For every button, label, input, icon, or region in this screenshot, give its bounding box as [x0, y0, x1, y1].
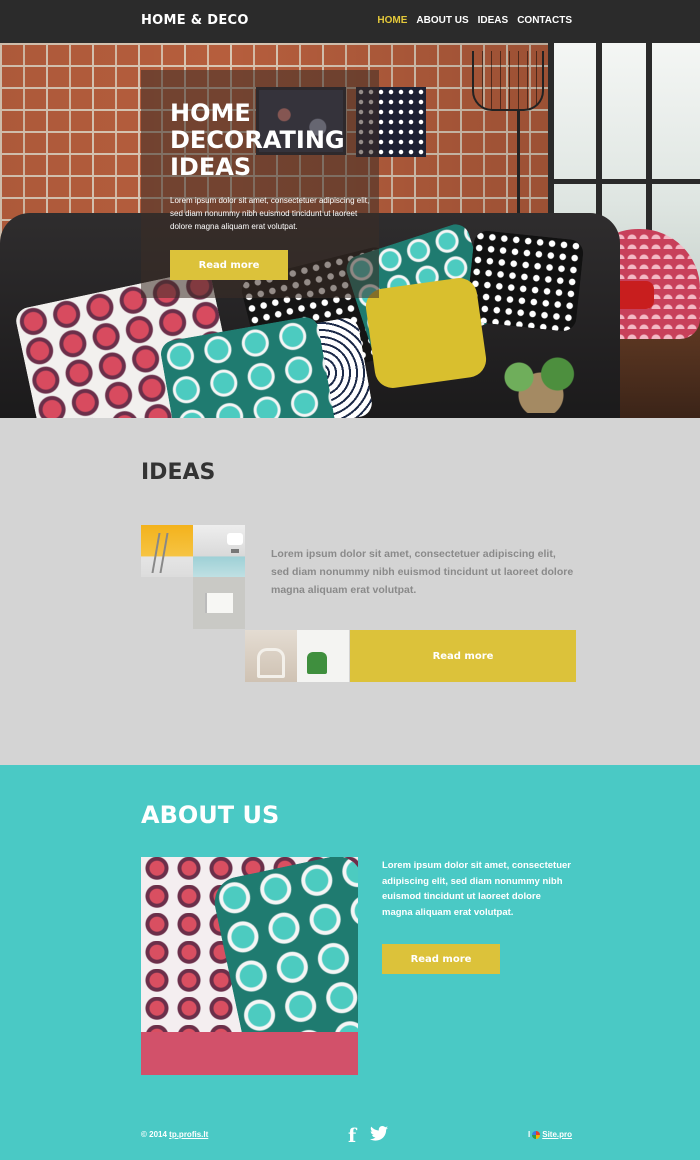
sitepro-heart-icon	[532, 1130, 541, 1139]
ideas-title: IDEAS	[141, 460, 216, 485]
pillow-yellow	[363, 275, 489, 391]
ideas-thumb-lamp[interactable]	[193, 525, 245, 577]
hero-read-more-button[interactable]: Read more	[170, 250, 288, 280]
ideas-thumb-book[interactable]	[193, 577, 245, 629]
sitepro-link[interactable]: Site.pro	[542, 1130, 572, 1139]
about-teal-pillow	[209, 857, 358, 1032]
site-logo[interactable]: HOME & DECO	[141, 13, 249, 28]
nav-item-contacts[interactable]: CONTACTS	[517, 15, 572, 26]
floor-lamp-shade	[472, 51, 544, 111]
main-nav: HOME ABOUT US IDEAS CONTACTS	[377, 15, 572, 26]
hero-title: HOME DECORATING IDEAS	[170, 99, 345, 181]
about-pillows-image	[141, 857, 358, 1032]
site-header: HOME & DECO HOME ABOUT US IDEAS CONTACTS	[0, 0, 700, 43]
nav-item-ideas[interactable]: IDEAS	[478, 15, 509, 26]
twitter-icon[interactable]	[370, 1126, 389, 1146]
ideas-thumb-yellow-wall[interactable]	[141, 525, 193, 577]
about-text: Lorem ipsum dolor sit amet, consectetuer…	[382, 860, 571, 918]
about-color-bar	[141, 1032, 358, 1075]
nav-item-home[interactable]: HOME	[377, 15, 407, 26]
footer-copyright: © 2014 tp.profis.lt	[141, 1130, 208, 1139]
ideas-text: Lorem ipsum dolor sit amet, consectetuer…	[271, 548, 574, 596]
sitepro-prefix: I	[528, 1130, 531, 1139]
pillow-polka-dot-right	[465, 229, 585, 333]
ideas-thumb-green-chair[interactable]	[297, 630, 349, 682]
hero-text: Lorem ipsum dolor sit amet, consectetuer…	[170, 196, 370, 231]
ideas-section: IDEAS Lorem ipsum dolor sit amet, consec…	[0, 418, 700, 765]
copyright-link[interactable]: tp.profis.lt	[169, 1130, 208, 1139]
social-links: f	[348, 1125, 389, 1147]
ideas-thumb-chair[interactable]	[245, 630, 297, 682]
about-section: ABOUT US Lorem ipsum dolor sit amet, con…	[0, 765, 700, 1160]
nav-item-about-us[interactable]: ABOUT US	[416, 15, 468, 26]
plant-image	[486, 353, 596, 413]
about-title: ABOUT US	[141, 801, 280, 829]
copyright-text: © 2014	[141, 1130, 167, 1139]
ideas-read-more-button[interactable]: Read more	[350, 630, 576, 682]
footer-sitepro: I Site.pro	[528, 1130, 572, 1139]
twitter-bird-glyph	[370, 1126, 389, 1141]
about-read-more-button[interactable]: Read more	[382, 944, 500, 974]
facebook-icon[interactable]: f	[348, 1125, 356, 1147]
